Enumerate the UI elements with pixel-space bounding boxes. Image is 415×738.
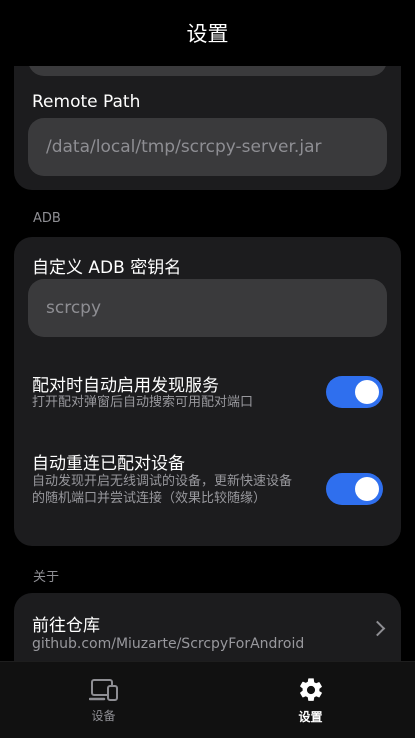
adb-key-name-input[interactable]: scrcpy: [28, 279, 387, 337]
adb-section-title: ADB: [33, 211, 61, 226]
bottom-navigation: 设备 设置: [0, 661, 415, 738]
auto-reconnect-desc: 自动发现开启无线调试的设备，更新快速设备的随机端口并尝试连接（效果比较随缘）: [32, 474, 293, 506]
toggle-knob: [355, 380, 379, 404]
nav-settings[interactable]: 设置: [207, 662, 414, 738]
nav-devices-label: 设备: [91, 708, 116, 723]
remote-path-label: Remote Path: [32, 92, 141, 112]
auto-reconnect-title: 自动重连已配对设备: [32, 454, 185, 474]
gear-icon: [299, 677, 322, 701]
top-app-bar: 设置: [0, 0, 415, 66]
auto-reconnect-toggle[interactable]: [326, 473, 383, 505]
repo-card[interactable]: 前往仓库 github.com/Miuzarte/ScrcpyForAndroi…: [14, 593, 401, 662]
repo-title: 前往仓库: [32, 616, 100, 636]
nav-devices[interactable]: 设备: [0, 662, 207, 738]
auto-discover-title: 配对时自动启用发现服务: [32, 376, 219, 396]
devices-icon: [88, 678, 118, 701]
toggle-knob: [355, 477, 379, 501]
chevron-right-icon: [369, 620, 386, 637]
nav-settings-label: 设置: [298, 709, 323, 724]
settings-scroll-area[interactable]: Remote Path /data/local/tmp/scrcpy-serve…: [0, 0, 415, 662]
about-section-title: 关于: [33, 570, 60, 585]
page-title: 设置: [186, 22, 229, 46]
auto-discover-desc: 打开配对弹窗后自动搜索可用配对端口: [32, 395, 254, 410]
adb-card: 自定义 ADB 密钥名 scrcpy 配对时自动启用发现服务 打开配对弹窗后自动…: [14, 237, 401, 546]
remote-path-input[interactable]: /data/local/tmp/scrcpy-server.jar: [28, 118, 387, 176]
repo-url: github.com/Miuzarte/ScrcpyForAndroid: [32, 636, 305, 652]
adb-key-name-label: 自定义 ADB 密钥名: [32, 258, 182, 278]
auto-discover-toggle[interactable]: [326, 376, 383, 408]
